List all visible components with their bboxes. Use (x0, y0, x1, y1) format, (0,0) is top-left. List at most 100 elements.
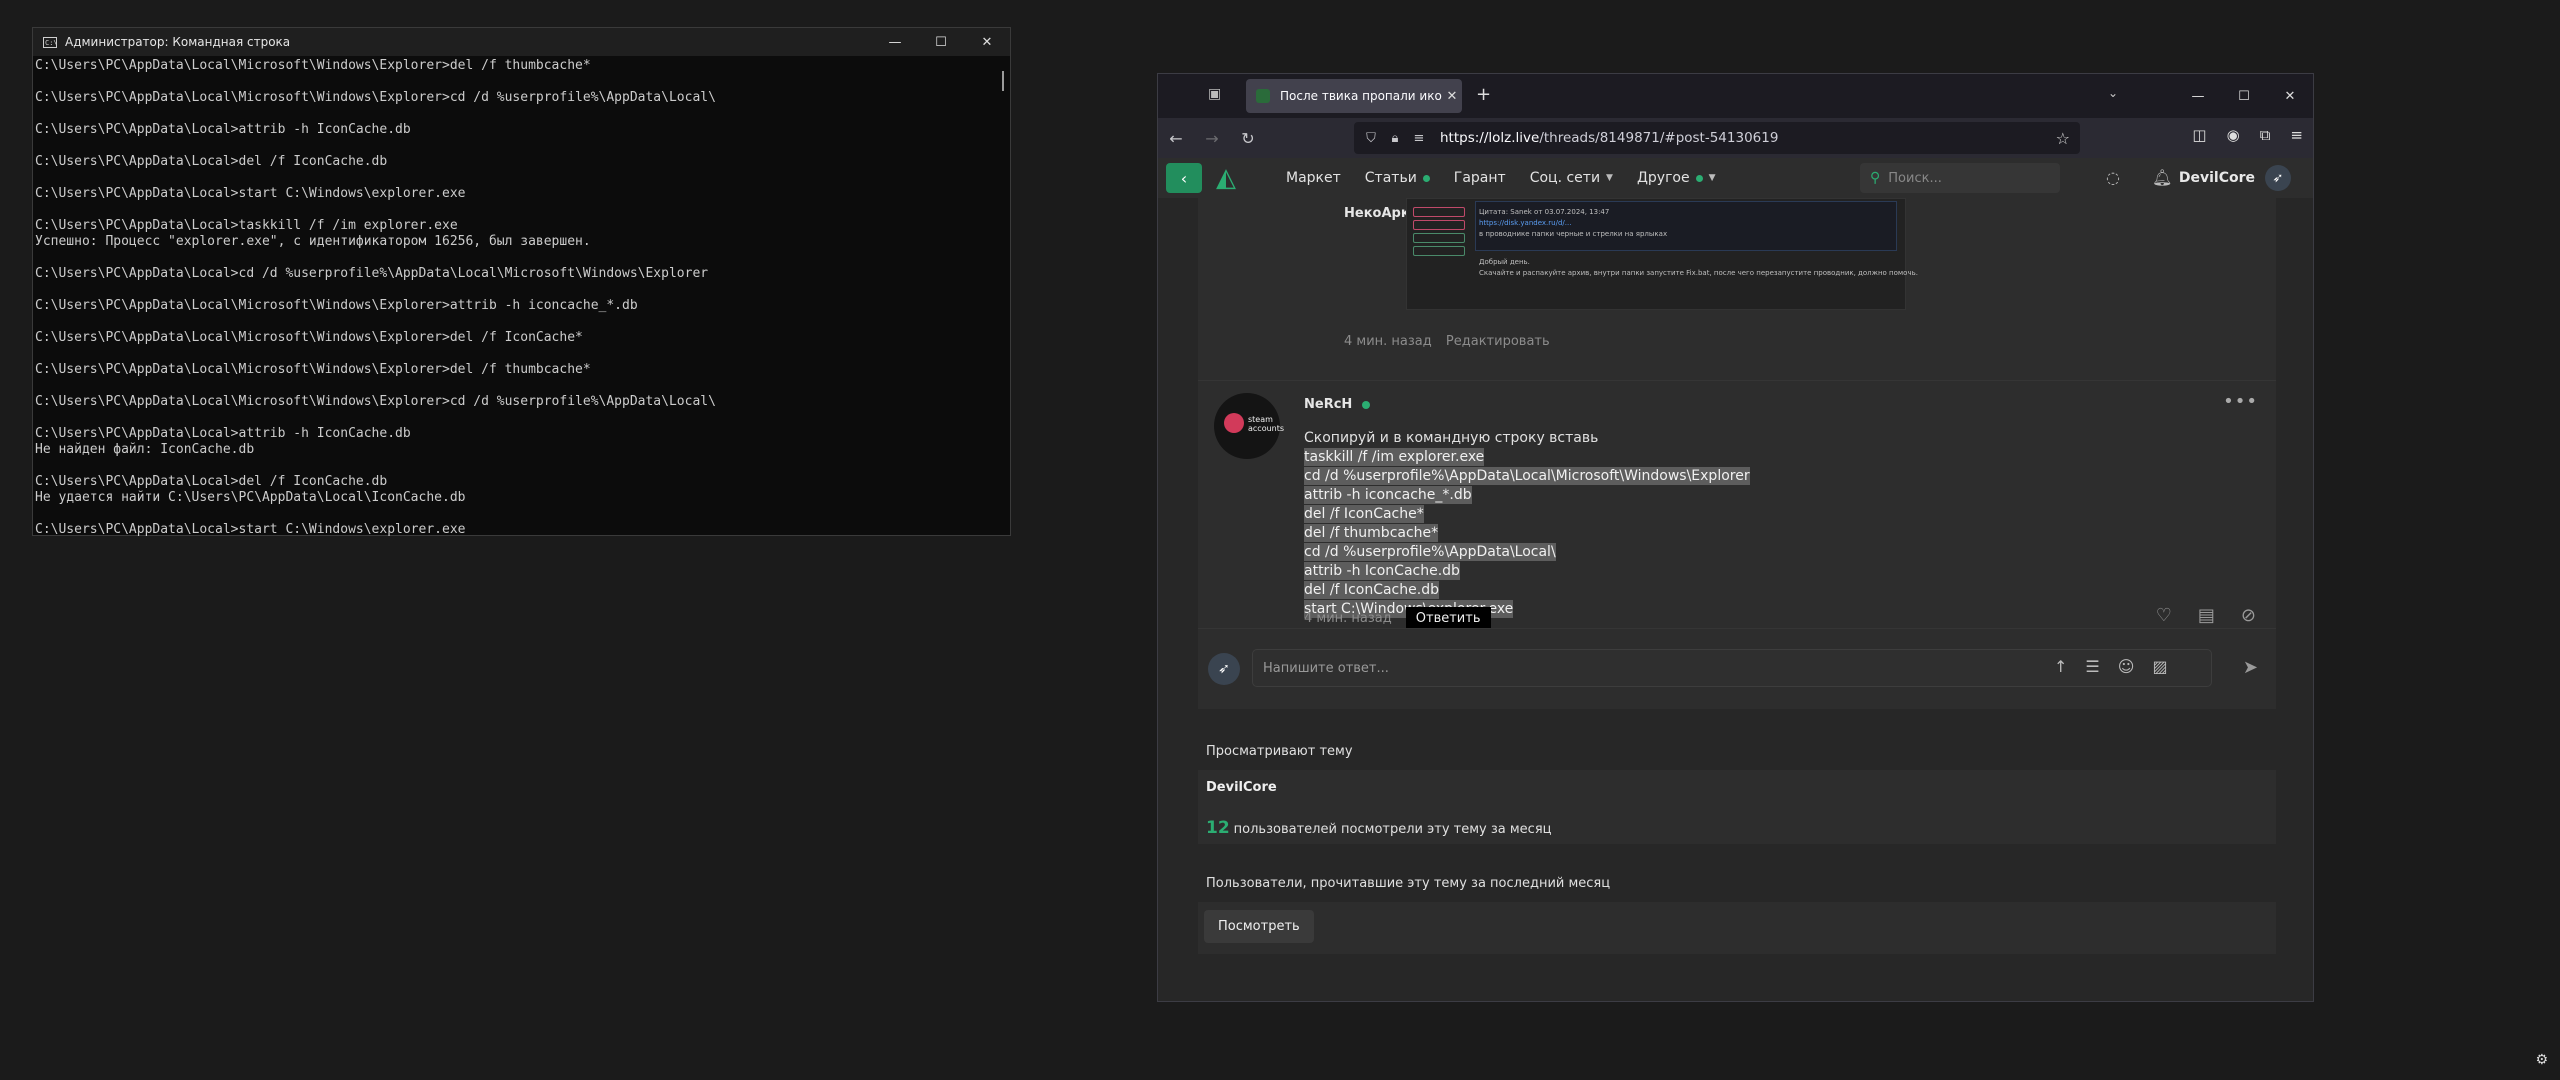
tab-close-icon[interactable]: ✕ (1442, 89, 1462, 104)
nav-item-label: Соц. сети (1529, 170, 1601, 186)
avatar-text-line: accounts (1248, 424, 1285, 433)
url-host: https://lolz.live (1440, 130, 1540, 146)
search-icon: ⚲ (1870, 170, 1881, 186)
cmd-line: C:\Users\PC\AppData\Local\Microsoft\Wind… (35, 394, 716, 409)
account-icon[interactable]: ◉ (2227, 126, 2240, 144)
cmd-line: C:\Users\PC\AppData\Local\Microsoft\Wind… (35, 90, 716, 105)
site-logo-icon[interactable]: ◭ (1216, 163, 1252, 193)
list-all-tabs-icon[interactable]: ⌄ (2108, 86, 2118, 100)
site-search[interactable]: ⚲ Поиск... (1860, 163, 2060, 193)
bell-icon[interactable]: 🔔︎ (2152, 168, 2172, 187)
post-message: Скопируй и в командную строку вставь tas… (1304, 429, 1750, 619)
cmd-line (35, 106, 1010, 122)
tab-bar: ▣ После твика пропали иконки ✕ + ⌄ — ☐ ✕ (1158, 74, 2313, 118)
menu-icon[interactable]: ≡ (2290, 126, 2303, 144)
avatar-text-line: steam (1248, 415, 1273, 424)
cmd-scrollbar[interactable] (1002, 71, 1004, 91)
browser-window[interactable]: ▣ После твика пропали иконки ✕ + ⌄ — ☐ ✕… (1157, 73, 2314, 1002)
permissions-icon[interactable]: ≡ (1412, 131, 1426, 146)
tab-active[interactable]: После твика пропали иконки ✕ (1246, 79, 1462, 113)
cmd-line: Не удается найти C:\Users\PC\AppData\Loc… (35, 490, 466, 505)
nav-item[interactable]: Соц. сети ▼ (1530, 170, 1613, 186)
new-tab-icon[interactable]: + (1476, 84, 1491, 105)
close-button[interactable]: ✕ (964, 28, 1010, 56)
nav-item[interactable]: Гарант (1454, 170, 1506, 186)
cmd-line (35, 458, 1010, 474)
post-time[interactable]: 4 мин. назад (1344, 334, 1432, 349)
edit-link[interactable]: Редактировать (1446, 334, 1550, 349)
nav-item[interactable]: Статьи (1365, 170, 1430, 186)
viewer-name[interactable]: DevilCore (1206, 780, 1277, 795)
thread-content: НекоАрк. Цитата: Sanek от 03.07.2024, 13… (1198, 198, 2276, 1001)
like-icon[interactable]: ♡ (2156, 605, 2172, 626)
browser-maximize-button[interactable]: ☐ (2221, 74, 2267, 118)
user-avatar: ➶ (2265, 165, 2291, 191)
nav-item[interactable]: Другое ▼ (1637, 170, 1716, 186)
cmd-line: Не найден файл: IconCache.db (35, 442, 255, 457)
cmd-window[interactable]: C:\ Администратор: Командная строка — ☐ … (32, 27, 1011, 538)
url-path: /threads/8149871/#post-54130619 (1539, 130, 1779, 146)
cmd-line (35, 282, 1010, 298)
cmd-line: C:\Users\PC\AppData\Local\Microsoft\Wind… (35, 362, 591, 377)
user-menu[interactable]: DevilCore ➶ (2179, 158, 2291, 198)
nav-item-label: Статьи (1364, 170, 1417, 186)
nav-item[interactable]: Маркет (1286, 170, 1341, 186)
view-readers-button[interactable]: Посмотреть (1204, 910, 1314, 943)
code-line: del /f IconCache* (1304, 505, 1424, 523)
site-back-button[interactable]: ‹ (1166, 163, 1202, 193)
comment-icon[interactable]: ▤ (2198, 605, 2215, 626)
forward-icon[interactable]: → (1194, 129, 1230, 148)
cmd-line: C:\Users\PC\AppData\Local\Microsoft\Wind… (35, 298, 638, 313)
url-bar[interactable]: ⛉ 🔒︎ ≡ https://lolz.live/threads/8149871… (1354, 122, 2080, 154)
post-time[interactable]: 4 мин. назад (1304, 611, 1392, 626)
cmd-line (35, 170, 1010, 186)
cmd-line (35, 250, 1010, 266)
reload-icon[interactable]: ↻ (1230, 129, 1266, 148)
image-icon[interactable]: ▨ (2152, 657, 2167, 676)
more-options-icon[interactable]: ••• (2223, 391, 2258, 412)
post-meta: 4 мин. назад Редактировать (1344, 334, 1560, 349)
list-icon[interactable]: ☰ (2085, 657, 2099, 676)
post-code-block[interactable]: taskkill /f /im explorer.exe cd /d %userp… (1304, 448, 1750, 619)
post-actions: ♡ ▤ ⊘ (2156, 605, 2256, 626)
cmd-line: C:\Users\PC\AppData\Local>attrib -h Icon… (35, 122, 411, 137)
bookmark-star-icon[interactable]: ☆ (2056, 129, 2070, 148)
site-menu: Маркет Статьи Гарант Соц. сети ▼ Другое ▼ (1286, 158, 1716, 198)
back-icon[interactable]: ← (1158, 129, 1194, 148)
site-favicon-icon (1256, 89, 1270, 103)
browser-close-button[interactable]: ✕ (2267, 74, 2313, 118)
cmd-output[interactable]: C:\Users\PC\AppData\Local\Microsoft\Wind… (33, 56, 1010, 538)
pocket-icon[interactable]: ◫ (2192, 126, 2206, 144)
online-dot (1422, 174, 1430, 182)
settings-icon[interactable]: ⚙ (2535, 1052, 2548, 1068)
tab-title: После твика пропали иконки (1280, 89, 1442, 103)
send-icon[interactable]: ➤ (2243, 657, 2258, 678)
search-placeholder: Поиск... (1888, 170, 1942, 186)
post-line: Скачайте и распакуйте архив, внутри папк… (1479, 269, 1918, 277)
author-avatar[interactable]: steam accounts (1214, 393, 1284, 459)
post-author[interactable]: NeRcH (1304, 397, 1352, 412)
badge (1413, 220, 1465, 230)
chat-icon[interactable]: ◌ (2106, 168, 2120, 187)
post-author[interactable]: НекоАрк. (1344, 206, 1415, 221)
url-text[interactable]: https://lolz.live/threads/8149871/#post-… (1440, 130, 1778, 146)
minimize-button[interactable]: — (872, 28, 918, 56)
emoji-icon[interactable]: ☺ (2118, 657, 2135, 676)
username: DevilCore (2178, 170, 2255, 186)
shield-icon[interactable]: ⛉ (1364, 131, 1378, 146)
code-line: del /f IconCache.db (1304, 581, 1439, 599)
browser-minimize-button[interactable]: — (2175, 74, 2221, 118)
lock-icon[interactable]: 🔒︎ (1388, 131, 1402, 146)
expand-icon[interactable]: ↑ (2054, 657, 2067, 676)
viewers-title: Просматривают тему (1206, 744, 1353, 759)
maximize-button[interactable]: ☐ (918, 28, 964, 56)
extensions-icon[interactable]: ⧉ (2260, 126, 2271, 144)
code-line: attrib -h iconcache_*.db (1304, 486, 1472, 504)
chevron-down-icon: ▼ (1708, 173, 1716, 183)
tab-groups-icon[interactable]: ▣ (1208, 86, 1221, 102)
hide-icon[interactable]: ⊘ (2241, 605, 2256, 626)
cmd-title-bar[interactable]: C:\ Администратор: Командная строка — ☐ … (33, 28, 1010, 56)
reply-button[interactable]: Ответить (1405, 607, 1491, 630)
site-header: ‹ ◭ Маркет Статьи Гарант Соц. сети ▼ Другое ▼ … (1158, 158, 2313, 198)
screenshot-image[interactable]: Цитата: Sanek от 03.07.2024, 13:47 https… (1406, 198, 1918, 310)
